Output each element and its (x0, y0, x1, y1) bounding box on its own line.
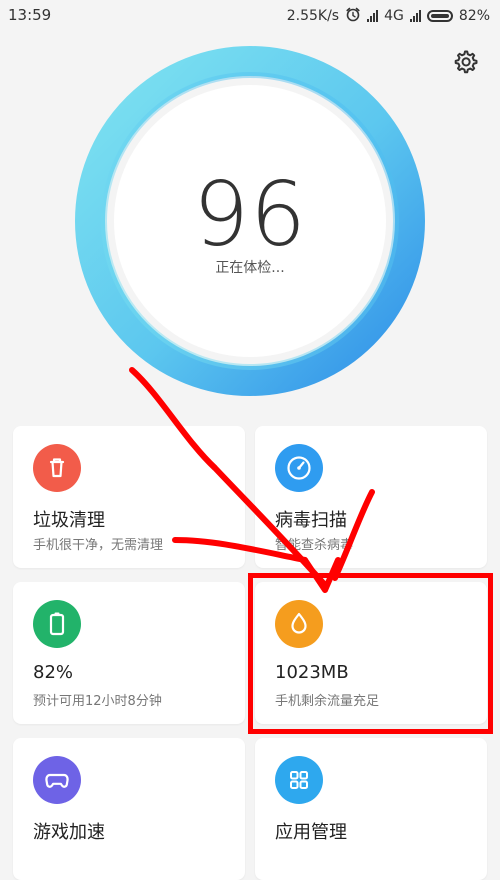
status-time: 13:59 (8, 6, 52, 24)
alarm-icon (345, 6, 361, 26)
signal-icon-2 (409, 10, 421, 22)
score-ring[interactable]: 96 正在体检... (74, 45, 426, 397)
card-virus-scan[interactable]: 病毒扫描 智能查杀病毒 (255, 426, 487, 568)
card-subtitle: 预计可用12小时8分钟 (33, 694, 162, 709)
card-title: 游戏加速 (33, 822, 105, 843)
battery-icon (49, 612, 65, 636)
score-value: 96 (193, 163, 307, 266)
settings-button[interactable] (448, 44, 482, 78)
card-icon-bg (275, 600, 323, 648)
card-game-boost[interactable]: 游戏加速 (13, 738, 245, 880)
card-subtitle: 智能查杀病毒 (275, 538, 354, 553)
card-title: 1023MB (275, 662, 349, 683)
card-subtitle: 手机很干净，无需清理 (33, 538, 164, 553)
network-type: 4G (384, 8, 404, 24)
gamepad-icon (45, 773, 69, 788)
card-battery[interactable]: 82% 预计可用12小时8分钟 (13, 582, 245, 724)
status-bar: 13:59 2.55K/s 4G 82% (0, 0, 500, 30)
score-status: 正在体检... (215, 260, 285, 276)
gear-icon (454, 50, 478, 74)
card-icon-bg (275, 756, 323, 804)
card-title: 82% (33, 662, 74, 683)
status-right: 2.55K/s 4G 82% (287, 6, 490, 26)
card-icon-bg (275, 444, 323, 492)
trash-icon (49, 458, 65, 478)
card-icon-bg (33, 756, 81, 804)
speedometer-icon (287, 456, 311, 480)
battery-icon (426, 10, 453, 22)
battery-percent: 82% (458, 8, 490, 24)
signal-icon (367, 10, 379, 22)
card-data-usage[interactable]: 1023MB 手机剩余流量充足 (255, 582, 487, 724)
card-icon-bg (33, 600, 81, 648)
card-icon-bg (33, 444, 81, 492)
water-drop-icon (291, 612, 307, 634)
card-junk-clean[interactable]: 垃圾清理 手机很干净，无需清理 (13, 426, 245, 568)
network-speed: 2.55K/s (286, 8, 340, 24)
card-subtitle: 手机剩余流量充足 (275, 694, 380, 709)
card-title: 垃圾清理 (33, 510, 105, 531)
card-title: 病毒扫描 (275, 510, 347, 531)
card-app-manage[interactable]: 应用管理 (255, 738, 487, 880)
grid-icon (290, 771, 308, 789)
card-title: 应用管理 (275, 822, 347, 843)
